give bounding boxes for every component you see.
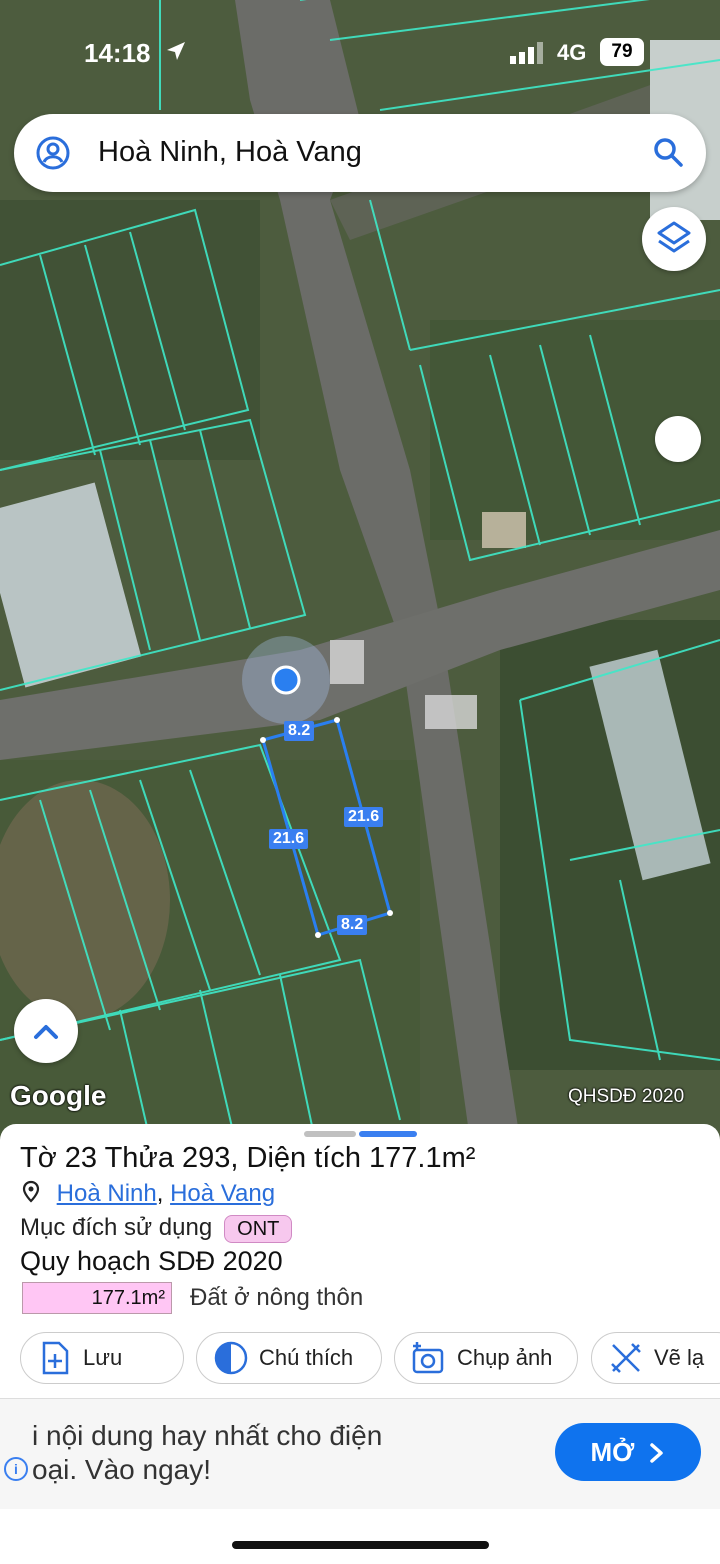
land-use-label: Mục đích sử dụng <box>20 1214 213 1241</box>
parcel-address: Hoà Ninh, Hoà Vang <box>22 1180 275 1208</box>
map-handle-dot[interactable] <box>655 416 701 462</box>
signal-icon <box>510 42 543 64</box>
parcel-info-sheet[interactable]: Tờ 23 Thửa 293, Diện tích 177.1m² Hoà Ni… <box>0 1124 720 1564</box>
take-photo-label: Chụp ảnh <box>457 1345 553 1370</box>
location-pin-icon <box>22 1180 40 1203</box>
location-arrow-icon <box>167 42 185 60</box>
dimension-label-left: 21.6 <box>269 829 309 849</box>
dimension-label-top: 8.2 <box>284 721 315 741</box>
profile-icon[interactable] <box>36 136 70 170</box>
sheet-handle[interactable] <box>304 1131 356 1137</box>
save-button[interactable]: Lưu <box>20 1332 184 1384</box>
battery-icon: 79 <box>600 38 644 66</box>
draw-label: Vẽ lạ <box>654 1345 705 1370</box>
half-circle-icon <box>214 1341 248 1375</box>
area-bar: 177.1m² <box>22 1282 172 1314</box>
layers-icon <box>657 221 691 253</box>
ad-banner[interactable]: i nội dung hay nhất cho điện oại. Vào ng… <box>0 1398 720 1509</box>
dimension-label-bottom: 8.2 <box>337 915 368 935</box>
save-label: Lưu <box>83 1345 123 1370</box>
layers-button[interactable] <box>642 207 706 271</box>
area-description: Đất ở nông thôn <box>190 1284 364 1311</box>
camera-plus-icon <box>412 1342 444 1374</box>
legend-button[interactable]: Chú thích <box>196 1332 382 1384</box>
ad-text-line2: oại. Vào ngay! <box>32 1454 212 1485</box>
current-location-dot <box>271 665 301 695</box>
add-document-icon <box>42 1341 69 1375</box>
status-time: 14:18 <box>84 38 151 68</box>
land-use-badge: ONT <box>224 1214 293 1243</box>
action-bar[interactable]: Lưu Chú thích Chụp ảnh Vẽ lạ <box>0 1332 720 1386</box>
dimension-label-right: 21.6 <box>344 807 384 827</box>
home-indicator[interactable] <box>232 1541 489 1549</box>
ad-text-line1: i nội dung hay nhất cho điện <box>32 1420 383 1451</box>
map-layer-label: QHSDĐ 2020 <box>568 1086 685 1107</box>
ward-link[interactable]: Hoà Ninh <box>57 1180 157 1207</box>
search-bar[interactable]: Hoà Ninh, Hoà Vang <box>14 114 706 192</box>
parcel-title: Tờ 23 Thửa 293, Diện tích 177.1m² <box>20 1142 476 1174</box>
google-logo: Google <box>10 1080 107 1111</box>
search-icon[interactable] <box>652 136 684 168</box>
ad-open-button[interactable]: MỞ <box>555 1423 701 1481</box>
search-input[interactable]: Hoà Ninh, Hoà Vang <box>98 136 362 169</box>
address-separator: , <box>156 1180 164 1207</box>
legend-label: Chú thích <box>259 1345 354 1370</box>
ad-info-icon[interactable]: i <box>4 1457 28 1481</box>
network-type: 4G <box>557 40 587 65</box>
chevron-up-icon <box>34 1025 58 1039</box>
draw-tools-icon <box>611 1343 641 1373</box>
status-bar: 14:18 4G 79 <box>0 30 720 76</box>
ad-text: i nội dung hay nhất cho điện oại. Vào ng… <box>32 1419 382 1487</box>
district-link[interactable]: Hoà Vang <box>170 1180 275 1207</box>
expand-up-button[interactable] <box>14 999 78 1063</box>
chevron-right-icon <box>649 1443 663 1463</box>
take-photo-button[interactable]: Chụp ảnh <box>394 1332 578 1384</box>
ad-open-label: MỞ <box>590 1437 635 1467</box>
draw-button[interactable]: Vẽ lạ <box>591 1332 720 1384</box>
map-view[interactable]: 8.2 21.6 21.6 8.2 14:18 4G 79 Hoà Ninh, … <box>0 0 720 1140</box>
land-use-row: Mục đích sử dụng ONT <box>20 1214 293 1243</box>
plan-title: Quy hoạch SDĐ 2020 <box>20 1246 283 1276</box>
sheet-handle-active[interactable] <box>359 1131 417 1137</box>
